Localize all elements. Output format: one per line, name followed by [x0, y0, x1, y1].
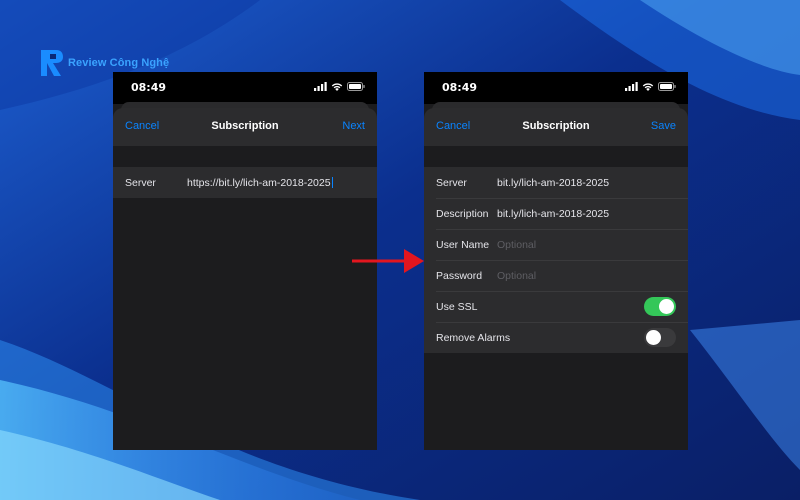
remove-alarms-toggle[interactable]	[644, 328, 676, 347]
cellular-signal-icon	[625, 82, 638, 91]
save-button[interactable]: Save	[651, 120, 676, 132]
server-input[interactable]: https://bit.ly/lich-am-2018-2025	[187, 176, 333, 189]
status-time: 08:49	[131, 81, 167, 94]
server-label: Server	[125, 176, 156, 189]
remove-alarms-label: Remove Alarms	[436, 331, 511, 344]
status-bar: 08:49	[424, 72, 688, 104]
wifi-icon	[331, 83, 343, 91]
server-label: Server	[436, 176, 467, 189]
next-button[interactable]: Next	[342, 120, 365, 132]
navigation-bar: Cancel Subscription Next	[113, 108, 377, 146]
server-input[interactable]: bit.ly/lich-am-2018-2025	[497, 177, 609, 189]
description-input[interactable]: bit.ly/lich-am-2018-2025	[497, 208, 609, 220]
password-label: Password	[436, 269, 483, 282]
phone-screen-before: 08:49 Cancel Subscription Next Server ht…	[113, 72, 377, 450]
server-row[interactable]: Server bit.ly/lich-am-2018-2025	[424, 167, 688, 198]
nav-title: Subscription	[211, 120, 279, 132]
nav-title: Subscription	[522, 120, 590, 132]
status-bar: 08:49	[113, 72, 377, 104]
use-ssl-label: Use SSL	[436, 300, 478, 313]
battery-icon	[658, 82, 676, 91]
subscription-form: Server bit.ly/lich-am-2018-2025 Descript…	[424, 167, 688, 353]
brand-name: Review Công Nghệ	[68, 57, 170, 69]
cellular-signal-icon	[314, 82, 327, 91]
remove-alarms-row: Remove Alarms	[424, 322, 688, 353]
arrow-right-icon	[352, 249, 424, 273]
subscription-form: Server https://bit.ly/lich-am-2018-2025	[113, 167, 377, 198]
server-row[interactable]: Server https://bit.ly/lich-am-2018-2025	[113, 167, 377, 198]
text-cursor	[331, 176, 333, 188]
password-row[interactable]: Password Optional	[424, 260, 688, 291]
battery-icon	[347, 82, 365, 91]
password-input[interactable]: Optional	[497, 270, 536, 282]
user-name-label: User Name	[436, 238, 490, 251]
user-name-row[interactable]: User Name Optional	[424, 229, 688, 260]
brand-logo-icon	[41, 50, 63, 76]
navigation-bar: Cancel Subscription Save	[424, 108, 688, 146]
description-label: Description	[436, 207, 489, 220]
description-row[interactable]: Description bit.ly/lich-am-2018-2025	[424, 198, 688, 229]
use-ssl-toggle[interactable]	[644, 297, 676, 316]
use-ssl-row: Use SSL	[424, 291, 688, 322]
user-name-input[interactable]: Optional	[497, 239, 536, 251]
status-time: 08:49	[442, 81, 478, 94]
phone-screen-after: 08:49 Cancel Subscription Save Server bi…	[424, 72, 688, 450]
wifi-icon	[642, 83, 654, 91]
